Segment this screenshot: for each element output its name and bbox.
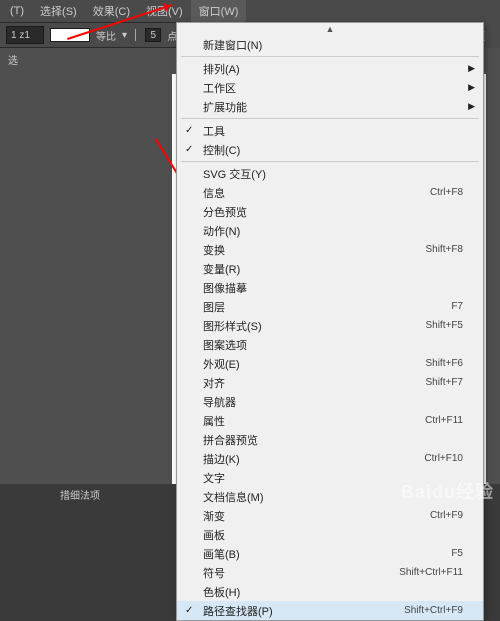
menu-arrange[interactable]: 排列(A) ▶ — [177, 59, 483, 78]
menu-panel-item[interactable]: 图形样式(S) Shift+F5 — [177, 316, 483, 335]
menu-label: 对齐 — [203, 375, 225, 391]
menu-panel-item[interactable]: 渐变 Ctrl+F9 — [177, 506, 483, 525]
menu-separator — [181, 56, 479, 57]
menu-label: 画笔(B) — [203, 546, 240, 562]
menu-panel-item[interactable]: 画板 — [177, 525, 483, 544]
check-icon: ✓ — [185, 144, 193, 155]
menu-label: 工具 — [203, 123, 225, 139]
menu-label: 属性 — [203, 413, 225, 429]
menu-shortcut: Shift+F8 — [425, 244, 463, 255]
menu-label: 图层 — [203, 299, 225, 315]
menu-view[interactable]: 视图(V) — [138, 0, 191, 22]
menu-label: 变换 — [203, 242, 225, 258]
menu-label: 文档信息(M) — [203, 489, 264, 505]
menu-panel-item[interactable]: 信息 Ctrl+F8 — [177, 183, 483, 202]
menu-shortcut: Shift+F6 — [425, 358, 463, 369]
menu-t[interactable]: (T) — [2, 2, 32, 20]
mode-label: 等比 — [96, 28, 116, 43]
document-tab[interactable]: 选 — [8, 52, 18, 67]
menu-shortcut: Shift+F5 — [425, 320, 463, 331]
menu-label: SVG 交互(Y) — [203, 166, 266, 182]
menu-panel-item[interactable]: 色板(H) — [177, 582, 483, 601]
menu-panel-item[interactable]: 拼合器预览 — [177, 430, 483, 449]
menu-panel-item[interactable]: ✓ 路径查找器(P) Shift+Ctrl+F9 — [177, 601, 483, 620]
menu-panel-item[interactable]: 变换 Shift+F8 — [177, 240, 483, 259]
menubar: (T) 选择(S) 效果(C) 视图(V) 窗口(W) — [0, 0, 500, 22]
menu-panel-item[interactable]: 动作(N) — [177, 221, 483, 240]
menu-panel-item[interactable]: 属性 Ctrl+F11 — [177, 411, 483, 430]
stroke-swatch[interactable] — [50, 28, 90, 42]
menu-label: 图形样式(S) — [203, 318, 262, 334]
menu-label: 渐变 — [203, 508, 225, 524]
menu-workspace[interactable]: 工作区 ▶ — [177, 78, 483, 97]
menu-label: 描边(K) — [203, 451, 240, 467]
menu-panel-item[interactable]: 图像描摹 — [177, 278, 483, 297]
window-menu: ▲ 新建窗口(N) 排列(A) ▶ 工作区 ▶ 扩展功能 ▶ ✓ 工具 ✓ 控制… — [176, 22, 484, 621]
menu-label: 分色预览 — [203, 204, 247, 220]
menu-shortcut: Ctrl+F11 — [425, 415, 463, 426]
menu-panel-item[interactable]: SVG 交互(Y) — [177, 164, 483, 183]
menu-effect[interactable]: 效果(C) — [85, 0, 138, 22]
menu-label: 文字 — [203, 470, 225, 486]
menu-label: 图案选项 — [203, 337, 247, 353]
submenu-arrow-icon: ▶ — [468, 63, 475, 74]
watermark: Baidu经验 — [401, 478, 494, 504]
menu-shortcut: Shift+Ctrl+F11 — [399, 567, 463, 578]
menu-panel-item[interactable]: 描边(K) Ctrl+F10 — [177, 449, 483, 468]
menu-label: 工作区 — [203, 80, 236, 96]
menu-label: 动作(N) — [203, 223, 240, 239]
menu-scroll-up[interactable]: ▲ — [177, 23, 483, 35]
menu-shortcut: Ctrl+F10 — [424, 453, 463, 464]
menu-panel-item[interactable]: 变量(R) — [177, 259, 483, 278]
menu-shortcut: Shift+F7 — [425, 377, 463, 388]
menu-label: 新建窗口(N) — [203, 37, 262, 53]
dropdown-arrow-icon[interactable]: ▾ — [122, 30, 127, 41]
menu-control[interactable]: ✓ 控制(C) — [177, 140, 483, 159]
menu-separator — [181, 118, 479, 119]
menu-label: 排列(A) — [203, 61, 240, 77]
menu-label: 外观(E) — [203, 356, 240, 372]
menu-new-window[interactable]: 新建窗口(N) — [177, 35, 483, 54]
statusbar-text: 措细法项 — [60, 487, 100, 502]
menu-separator — [181, 161, 479, 162]
menu-panel-item[interactable]: 图案选项 — [177, 335, 483, 354]
check-icon: ✓ — [185, 605, 193, 616]
menu-shortcut: F7 — [451, 301, 463, 312]
menu-label: 导航器 — [203, 394, 236, 410]
menu-select[interactable]: 选择(S) — [32, 0, 85, 22]
menu-shortcut: Shift+Ctrl+F9 — [404, 605, 463, 616]
separator-icon: │ — [133, 30, 139, 41]
submenu-arrow-icon: ▶ — [468, 101, 475, 112]
menu-panel-item[interactable]: 符号 Shift+Ctrl+F11 — [177, 563, 483, 582]
star-points[interactable]: 5 — [145, 28, 161, 42]
menu-panel-item[interactable]: 导航器 — [177, 392, 483, 411]
menu-label: 色板(H) — [203, 584, 240, 600]
menu-label: 变量(R) — [203, 261, 240, 277]
menu-label: 控制(C) — [203, 142, 240, 158]
menu-label: 拼合器预览 — [203, 432, 258, 448]
menu-shortcut: Ctrl+F8 — [430, 187, 463, 198]
menu-label: 扩展功能 — [203, 99, 247, 115]
menu-panel-item[interactable]: 画笔(B) F5 — [177, 544, 483, 563]
menu-label: 画板 — [203, 527, 225, 543]
menu-label: 符号 — [203, 565, 225, 581]
menu-shortcut: Ctrl+F9 — [430, 510, 463, 521]
menu-panel-item[interactable]: 对齐 Shift+F7 — [177, 373, 483, 392]
menu-panel-item[interactable]: 图层 F7 — [177, 297, 483, 316]
menu-shortcut: F5 — [451, 548, 463, 559]
menu-extensions[interactable]: 扩展功能 ▶ — [177, 97, 483, 116]
menu-panel-item[interactable]: 外观(E) Shift+F6 — [177, 354, 483, 373]
menu-panel-item[interactable]: 分色预览 — [177, 202, 483, 221]
menu-label: 路径查找器(P) — [203, 603, 273, 619]
menu-label: 信息 — [203, 185, 225, 201]
menu-window[interactable]: 窗口(W) — [191, 0, 247, 22]
check-icon: ✓ — [185, 125, 193, 136]
zoom-input[interactable] — [6, 26, 44, 44]
menu-label: 图像描摹 — [203, 280, 247, 296]
submenu-arrow-icon: ▶ — [468, 82, 475, 93]
menu-tools[interactable]: ✓ 工具 — [177, 121, 483, 140]
